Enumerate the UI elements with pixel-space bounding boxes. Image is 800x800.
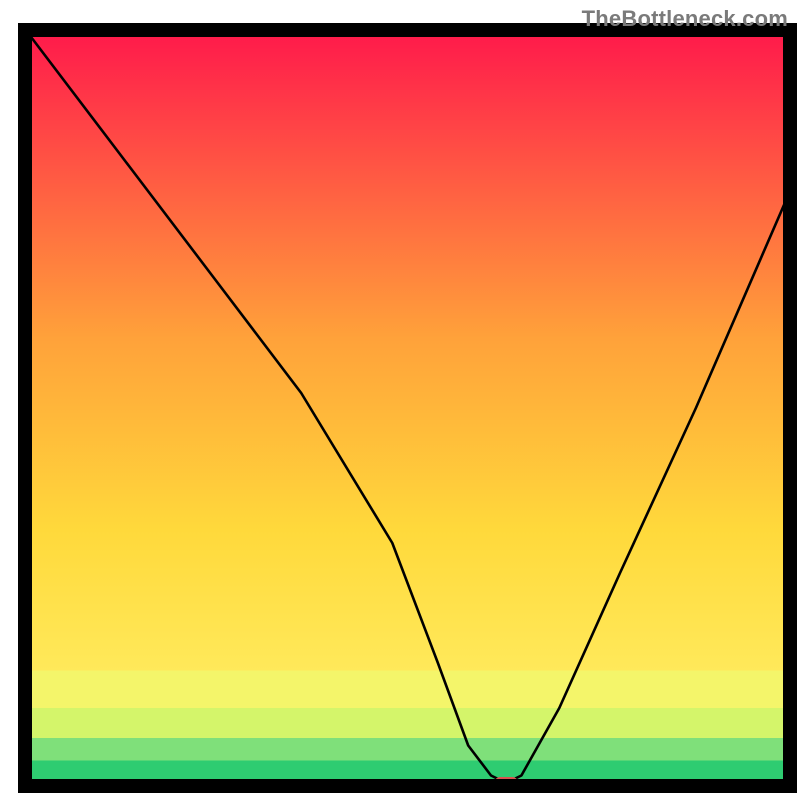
gradient-band bbox=[28, 33, 787, 671]
watermark-text: TheBottleneck.com bbox=[582, 6, 788, 32]
color-band bbox=[28, 671, 787, 709]
chart-container: TheBottleneck.com bbox=[0, 0, 800, 800]
color-band bbox=[28, 738, 787, 761]
color-band bbox=[28, 708, 787, 738]
bottleneck-chart bbox=[0, 0, 800, 800]
